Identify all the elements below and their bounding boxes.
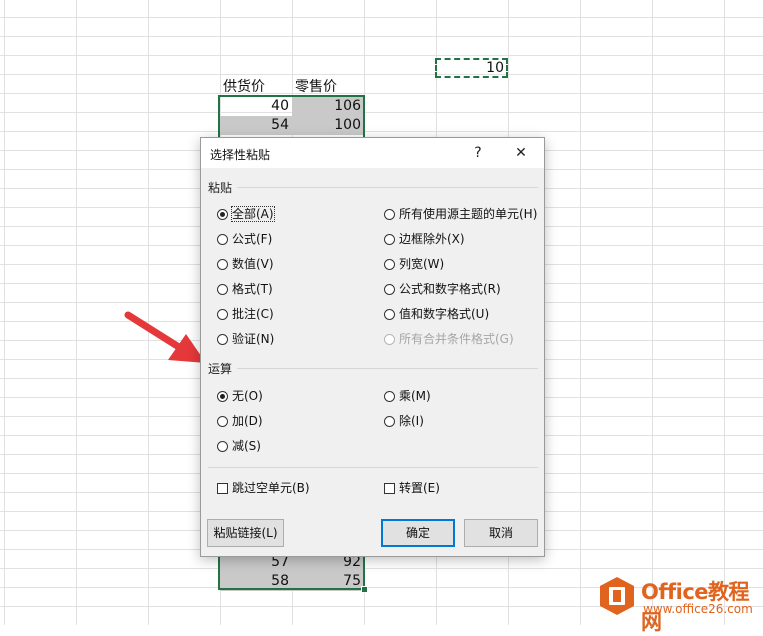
radio-paste-values-number-formats[interactable]: 值和数字格式(U) [384, 305, 489, 323]
radio-icon [217, 284, 228, 295]
paste-special-dialog: 选择性粘贴 ? ✕ 粘贴 全部(A) 公式(F) 数值(V) 格式(T) 批注(… [200, 137, 545, 557]
ok-button[interactable]: 确定 [381, 519, 455, 547]
radio-paste-values[interactable]: 数值(V) [217, 255, 274, 273]
checkbox-skip-blanks[interactable]: 跳过空单元(B) [217, 479, 310, 497]
dialog-titlebar[interactable]: 选择性粘贴 ? ✕ [201, 138, 544, 168]
paste-link-button[interactable]: 粘贴链接(L) [207, 519, 284, 547]
radio-label: 全部(A) [231, 206, 275, 222]
radio-operation-divide[interactable]: 除(I) [384, 412, 424, 430]
radio-label: 数值(V) [232, 257, 274, 271]
radio-paste-formats[interactable]: 格式(T) [217, 280, 273, 298]
divider [237, 187, 538, 188]
radio-operation-add[interactable]: 加(D) [217, 412, 263, 430]
radio-label: 验证(N) [232, 332, 275, 346]
dialog-title: 选择性粘贴 [210, 148, 271, 162]
checkbox-icon [384, 483, 395, 494]
radio-operation-multiply[interactable]: 乘(M) [384, 387, 431, 405]
radio-icon [384, 334, 395, 345]
fill-handle[interactable] [361, 586, 368, 593]
radio-paste-formulas-number-formats[interactable]: 公式和数字格式(R) [384, 280, 501, 298]
radio-operation-subtract[interactable]: 减(S) [217, 437, 261, 455]
radio-label: 公式(F) [232, 232, 273, 246]
radio-paste-formulas[interactable]: 公式(F) [217, 230, 272, 248]
radio-paste-column-widths[interactable]: 列宽(W) [384, 255, 444, 273]
radio-label: 值和数字格式(U) [399, 307, 490, 321]
divider [208, 467, 538, 468]
radio-icon [384, 391, 395, 402]
radio-icon [217, 416, 228, 427]
checkbox-icon [217, 483, 228, 494]
radio-label: 公式和数字格式(R) [399, 282, 501, 296]
radio-label: 批注(C) [232, 307, 274, 321]
radio-label: 所有合并条件格式(G) [399, 332, 514, 346]
cancel-button[interactable]: 取消 [464, 519, 538, 547]
radio-label: 格式(T) [232, 282, 273, 296]
operation-section-label: 运算 [208, 362, 233, 376]
radio-icon [217, 441, 228, 452]
radio-label: 乘(M) [399, 389, 431, 403]
radio-icon [384, 209, 395, 220]
checkbox-label: 跳过空单元(B) [232, 481, 310, 495]
radio-icon [384, 284, 395, 295]
radio-icon [217, 309, 228, 320]
radio-label: 无(O) [232, 389, 263, 403]
logo-url: www.office26.com [643, 602, 753, 616]
radio-label: 边框除外(X) [399, 232, 465, 246]
radio-icon [217, 334, 228, 345]
radio-icon [384, 234, 395, 245]
radio-paste-no-borders[interactable]: 边框除外(X) [384, 230, 465, 248]
paste-section-label: 粘贴 [208, 181, 233, 195]
radio-label: 减(S) [232, 439, 261, 453]
radio-label: 所有使用源主题的单元(H) [399, 207, 538, 221]
office-logo-icon [600, 577, 634, 615]
radio-icon [384, 416, 395, 427]
radio-icon [384, 309, 395, 320]
copied-cell[interactable]: 10 [436, 59, 507, 77]
radio-paste-comments[interactable]: 批注(C) [217, 305, 274, 323]
radio-paste-validation[interactable]: 验证(N) [217, 330, 274, 348]
office26-logo: Office教程网 www.office26.com [597, 574, 759, 634]
radio-icon [217, 391, 228, 402]
close-button[interactable]: ✕ [507, 141, 535, 165]
radio-paste-source-theme[interactable]: 所有使用源主题的单元(H) [384, 205, 537, 223]
radio-label: 除(I) [399, 414, 424, 428]
radio-paste-all[interactable]: 全部(A) [217, 205, 275, 223]
radio-icon [384, 259, 395, 270]
radio-icon [217, 259, 228, 270]
radio-operation-none[interactable]: 无(O) [217, 387, 263, 405]
radio-icon [217, 209, 228, 220]
help-button[interactable]: ? [464, 141, 492, 165]
checkbox-transpose[interactable]: 转置(E) [384, 479, 440, 497]
radio-label: 加(D) [232, 414, 263, 428]
checkbox-label: 转置(E) [399, 481, 440, 495]
divider [237, 368, 538, 369]
radio-label: 列宽(W) [399, 257, 445, 271]
radio-icon [217, 234, 228, 245]
red-arrow-icon [124, 311, 206, 363]
radio-paste-merge-conditional-formats: 所有合并条件格式(G) [384, 330, 514, 348]
